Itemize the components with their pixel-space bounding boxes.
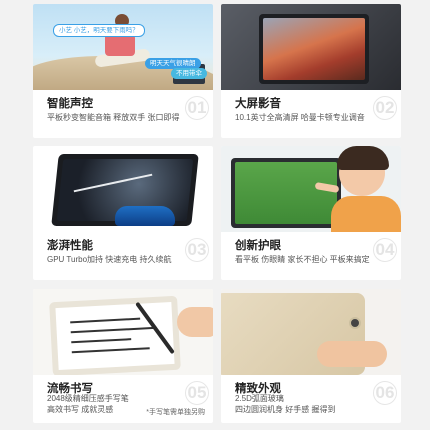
child-hair	[337, 146, 389, 170]
tablet-frame	[231, 158, 341, 228]
handwriting-line	[70, 317, 141, 324]
design-photo	[221, 289, 401, 375]
camera-icon	[349, 317, 361, 329]
feature-card-writing[interactable]: 流畅书写 2048级精细压感手写笔 高效书写 成就灵感 05 *手写笔需单独另购	[33, 289, 213, 423]
card-title: 澎湃性能	[47, 240, 93, 252]
card-subtitle: 平板秒变智能音箱 释放双手 张口即得	[47, 113, 180, 122]
card-subtitle: GPU Turbo加持 快速充电 持久续航	[47, 255, 172, 264]
feature-grid: 小艺 小艺，明天要下雨吗？ 明天天气很晴朗 不用带伞 智能声控 平板秒变智能音箱…	[0, 0, 430, 430]
writing-hand	[177, 307, 213, 337]
pen-sold-separately-note: *手写笔需单独另购	[146, 409, 205, 416]
car-image	[115, 206, 175, 226]
card-number: 03	[185, 238, 209, 262]
card-number: 01	[185, 96, 209, 120]
card-subtitle-line: 2048级精细压感手写笔	[47, 394, 129, 403]
holding-hand	[317, 341, 387, 367]
card-number: 04	[373, 238, 397, 262]
card-number: 06	[373, 381, 397, 405]
feature-card-design[interactable]: 精致外观 2.5D弧面玻璃 四边圆润机身 好手感 握得到 06	[221, 289, 401, 423]
feature-card-eye-care[interactable]: 创新护眼 看平板 伤眼睛 家长不担心 平板来搞定 04	[221, 146, 401, 280]
card-subtitle-line: 2.5D弧面玻璃	[235, 394, 284, 403]
eye-care-photo	[221, 146, 401, 232]
writing-photo	[33, 289, 213, 375]
voice-bubble-question: 小艺 小艺，明天要下雨吗？	[53, 24, 145, 37]
card-subtitle: 10.1英寸全高清屏 哈曼卡顿专业调音	[235, 113, 365, 122]
handwriting-line	[71, 347, 150, 354]
card-subtitle-line: 四边圆润机身 好手感 握得到	[235, 405, 336, 414]
card-title: 创新护眼	[235, 240, 281, 252]
voice-bubble-answer-2: 不用带伞	[171, 68, 207, 79]
tablet-screen	[263, 18, 365, 80]
tablet-screen	[235, 162, 337, 224]
card-subtitle: 看平板 伤眼睛 家长不担心 平板来搞定	[235, 255, 370, 264]
feature-card-voice[interactable]: 小艺 小艺，明天要下雨吗？ 明天天气很晴朗 不用带伞 智能声控 平板秒变智能音箱…	[33, 4, 213, 138]
card-subtitle-line: 高效书写 成就灵感	[47, 405, 114, 414]
handwriting-line	[71, 338, 132, 344]
card-title: 大屏影音	[235, 98, 281, 110]
card-number: 05	[185, 381, 209, 405]
child-shirt	[331, 196, 401, 232]
card-number: 02	[373, 96, 397, 120]
performance-photo	[33, 146, 213, 232]
card-subtitle: 2.5D弧面玻璃 四边圆润机身 好手感 握得到	[235, 393, 335, 415]
video-photo	[221, 4, 401, 90]
card-subtitle: 2048级精细压感手写笔 高效书写 成就灵感	[47, 393, 129, 415]
card-title: 智能声控	[47, 98, 93, 110]
voice-photo: 小艺 小艺，明天要下雨吗？ 明天天气很晴朗 不用带伞	[33, 4, 213, 90]
tablet-screen	[55, 302, 175, 370]
handwriting-line	[70, 326, 157, 334]
feature-card-performance[interactable]: 澎湃性能 GPU Turbo加持 快速充电 持久续航 03	[33, 146, 213, 280]
feature-card-video[interactable]: 大屏影音 10.1英寸全高清屏 哈曼卡顿专业调音 02	[221, 4, 401, 138]
tablet-frame	[259, 14, 369, 84]
